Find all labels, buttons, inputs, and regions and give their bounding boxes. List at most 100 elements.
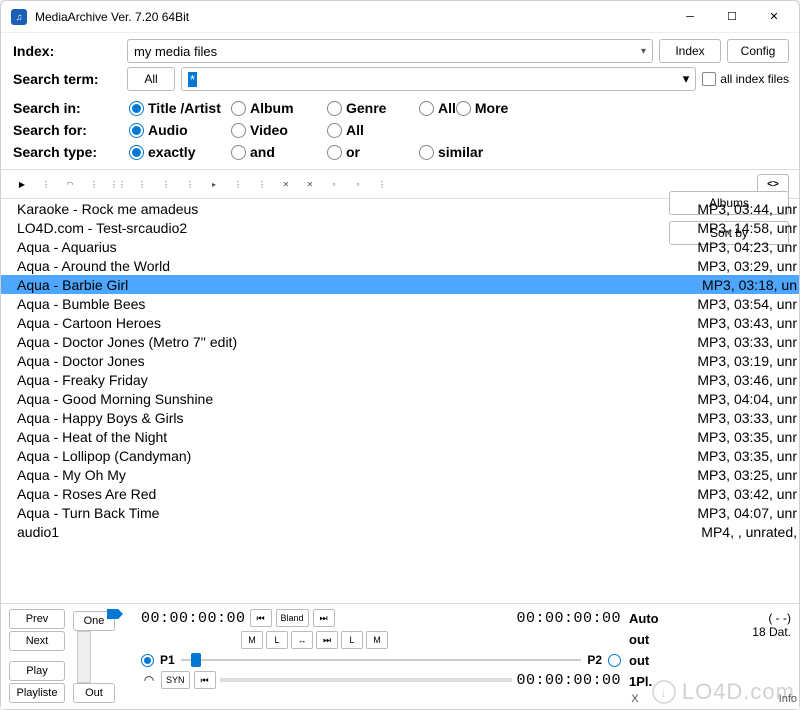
tool-icon[interactable]: ▫	[323, 175, 345, 193]
list-row[interactable]: Aqua - My Oh MyMP3, 03:25, unr	[1, 465, 799, 484]
row-name: Aqua - My Oh My	[17, 467, 697, 483]
list-row[interactable]: audio1MP4, , unrated,	[1, 522, 799, 541]
list-row[interactable]: Aqua - Freaky FridayMP3, 03:46, unr	[1, 370, 799, 389]
row-meta: MP3, 03:42, unr	[697, 486, 797, 502]
search-in-label: Search in:	[13, 100, 129, 116]
tool-icon[interactable]: ⋮	[35, 175, 57, 193]
radio-icon	[327, 123, 342, 138]
list-row[interactable]: Aqua - Happy Boys & GirlsMP3, 03:33, unr	[1, 408, 799, 427]
row-name: Aqua - Bumble Bees	[17, 296, 697, 312]
radio-searchin-0[interactable]: Title /Artist	[129, 100, 231, 116]
maximize-button[interactable]: ☐	[711, 3, 753, 31]
play-marker-icon	[107, 609, 123, 619]
radio-searchin-1[interactable]: Album	[231, 100, 327, 116]
close-icon[interactable]: ✕	[275, 175, 297, 193]
footer-info[interactable]: Info	[779, 693, 797, 705]
radio-icon	[129, 145, 144, 160]
close-button[interactable]: ✕	[753, 3, 795, 31]
config-button[interactable]: Config	[727, 39, 789, 63]
volume-slider[interactable]	[77, 631, 91, 683]
row-name: Aqua - Good Morning Sunshine	[17, 391, 697, 407]
radio-icon	[129, 101, 144, 116]
radio-searchtype-3[interactable]: similar	[419, 144, 483, 160]
list-row[interactable]: Aqua - Turn Back TimeMP3, 04:07, unr	[1, 503, 799, 522]
radio-searchtype-0[interactable]: exactly	[129, 144, 231, 160]
p2-label: P2	[587, 653, 602, 667]
list-row[interactable]: Aqua - AquariusMP3, 04:23, unr	[1, 237, 799, 256]
radio-searchfor-0[interactable]: Audio	[129, 122, 231, 138]
search-term-label: Search term:	[13, 71, 121, 87]
p2-radio[interactable]	[608, 654, 621, 667]
radio-icon	[231, 123, 246, 138]
bland-button[interactable]: Bland	[276, 609, 309, 627]
list-row[interactable]: Aqua - Doctor Jones (Metro 7'' edit)MP3,…	[1, 332, 799, 351]
skip-back-icon[interactable]: ⏮	[250, 609, 272, 627]
headphones-icon[interactable]: ◠	[141, 673, 157, 687]
radio-searchfor-2[interactable]: All	[327, 122, 419, 138]
radio-searchin-4[interactable]: More	[456, 100, 508, 116]
play-button[interactable]: Play	[9, 661, 65, 681]
radio-searchin-3[interactable]: All	[419, 100, 456, 116]
status-count: 18 Dat.	[681, 625, 791, 639]
list-row[interactable]: Aqua - Doctor JonesMP3, 03:19, unr	[1, 351, 799, 370]
p1-radio[interactable]	[141, 654, 154, 667]
l-button[interactable]: L	[341, 631, 363, 649]
tool-icon[interactable]: ▸	[203, 175, 225, 193]
next-button[interactable]: Next	[9, 631, 65, 651]
tool-icon[interactable]: ⋮	[371, 175, 393, 193]
search-for-label: Search for:	[13, 122, 129, 138]
ffwd-icon[interactable]: ⏭	[316, 631, 338, 649]
list-row[interactable]: Aqua - Lollipop (Candyman)MP3, 03:35, un…	[1, 446, 799, 465]
skip-fwd-icon[interactable]: ⏭	[313, 609, 335, 627]
headphones-icon[interactable]: ◠	[59, 175, 81, 193]
position-slider[interactable]	[181, 655, 582, 665]
tool-icon[interactable]: ⋮	[83, 175, 105, 193]
radio-icon	[419, 145, 434, 160]
list-row[interactable]: Karaoke - Rock me amadeusMP3, 03:44, unr	[1, 199, 799, 218]
row-meta: MP3, 03:25, unr	[697, 467, 797, 483]
list-row[interactable]: Aqua - Roses Are RedMP3, 03:42, unr	[1, 484, 799, 503]
radio-searchfor-1[interactable]: Video	[231, 122, 327, 138]
all-index-checkbox[interactable]: all index files	[702, 72, 789, 86]
radio-searchin-2[interactable]: Genre	[327, 100, 419, 116]
list-row[interactable]: LO4D.com - Test-srcaudio2MP3, 14:58, unr	[1, 218, 799, 237]
tool-icon[interactable]: ⋮	[131, 175, 153, 193]
l-button[interactable]: L	[266, 631, 288, 649]
checkbox-icon	[702, 72, 716, 86]
tool-icon[interactable]: ⋮⋮	[107, 175, 129, 193]
index-button[interactable]: Index	[659, 39, 721, 63]
footer-x[interactable]: X	[631, 693, 638, 705]
radio-searchtype-1[interactable]: and	[231, 144, 327, 160]
tool-icon[interactable]: ⋮	[155, 175, 177, 193]
close-icon[interactable]: ✕	[299, 175, 321, 193]
m-button[interactable]: M	[241, 631, 263, 649]
list-row[interactable]: Aqua - Bumble BeesMP3, 03:54, unr	[1, 294, 799, 313]
list-row[interactable]: Aqua - Barbie GirlMP3, 03:18, un	[1, 275, 799, 294]
radio-searchtype-2[interactable]: or	[327, 144, 419, 160]
tool-icon[interactable]: ⋮	[227, 175, 249, 193]
mini-slider[interactable]	[220, 678, 513, 682]
row-name: Aqua - Freaky Friday	[17, 372, 697, 388]
syn-button[interactable]: SYN	[161, 671, 190, 689]
rewind-icon[interactable]: ↔	[291, 631, 313, 649]
prev-button[interactable]: Prev	[9, 609, 65, 629]
chevron-down-icon: ▾	[641, 46, 646, 57]
list-row[interactable]: Aqua - Heat of the NightMP3, 03:35, unr	[1, 427, 799, 446]
minimize-button[interactable]: ─	[669, 3, 711, 31]
app-icon: ♫	[11, 9, 27, 25]
tool-icon[interactable]: ⋮	[179, 175, 201, 193]
play-icon[interactable]: ▶	[11, 175, 33, 193]
radio-icon	[129, 123, 144, 138]
list-row[interactable]: Aqua - Cartoon HeroesMP3, 03:43, unr	[1, 313, 799, 332]
m-button[interactable]: M	[366, 631, 388, 649]
row-meta: MP3, 03:46, unr	[697, 372, 797, 388]
list-row[interactable]: Aqua - Good Morning SunshineMP3, 04:04, …	[1, 389, 799, 408]
tool-icon[interactable]: ⋮	[251, 175, 273, 193]
list-row[interactable]: Aqua - Around the WorldMP3, 03:29, unr	[1, 256, 799, 275]
search-filter-combo[interactable]: All	[127, 67, 175, 91]
prev-track-icon[interactable]: ⏮	[194, 671, 216, 689]
index-combo[interactable]: my media files ▾	[127, 39, 653, 63]
tool-icon[interactable]: ▫	[347, 175, 369, 193]
results-list[interactable]: Karaoke - Rock me amadeusMP3, 03:44, unr…	[1, 199, 799, 603]
search-input[interactable]: * ▾	[181, 67, 696, 91]
